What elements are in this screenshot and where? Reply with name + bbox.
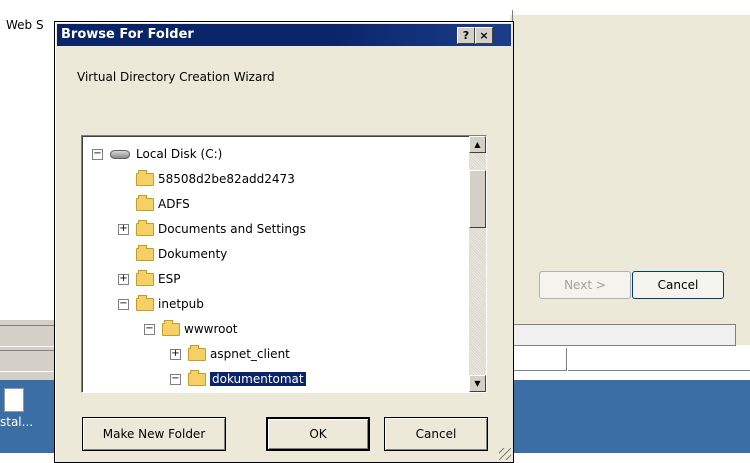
expand-icon[interactable]: + [118,273,129,285]
dialog-title: Browse For Folder [61,27,194,42]
tree-node-label: Dokumenty [158,247,228,261]
help-button[interactable]: ? [457,27,475,44]
disk-icon [110,149,130,159]
folder-icon [136,194,154,211]
folder-icon [136,269,154,286]
desktop-icon-label[interactable]: stal... [0,415,33,429]
expand-icon[interactable]: + [118,223,129,235]
scroll-up-icon[interactable]: ▲ [469,136,486,153]
folder-icon [136,219,154,236]
ok-button[interactable]: OK [266,417,370,451]
background-field-2 [0,350,60,372]
tree-node[interactable]: − Local Disk (C:) [92,144,222,164]
resize-grip-icon[interactable] [499,448,511,460]
browse-for-folder-dialog: Browse For Folder ? × Virtual Directory … [54,21,514,463]
background-top-strip [0,0,750,15]
background-panel-left [0,15,60,345]
installer-icon[interactable] [4,388,24,412]
tree-node[interactable]: ADFS [118,194,190,214]
folder-icon [136,294,154,311]
tree-node[interactable]: 58508d2be82add2473 [118,169,295,189]
tree-node[interactable]: + ESP [118,269,180,289]
tree-node-label: Local Disk (C:) [136,147,223,161]
tree-node-label: Documents and Settings [158,222,306,236]
tree-node-label: dokumentomat [210,372,306,386]
tree-node[interactable]: − inetpub [118,294,204,314]
folder-icon [162,319,180,336]
tree-node-label: inetpub [158,297,204,311]
tree-node-label: 58508d2be82add2473 [158,172,295,186]
scroll-down-icon[interactable]: ▼ [469,375,486,392]
background-field-4 [512,348,567,371]
collapse-icon[interactable]: − [170,373,181,385]
tree-node-label: ESP [158,272,181,286]
cancel-button[interactable]: Cancel [384,417,488,451]
background-field-3 [512,324,736,346]
background-wizard-label: Web S [6,18,44,32]
folder-icon [188,344,206,361]
scroll-thumb[interactable] [469,170,486,228]
folder-tree[interactable]: − Local Disk (C:) 58508d2be82add2473 ADFS + D… [81,135,487,393]
collapse-icon[interactable]: − [118,298,129,310]
tree-node[interactable]: − wwwroot [144,319,238,339]
tree-node[interactable]: − dokumentomat [170,369,306,389]
expand-icon[interactable]: + [170,348,181,360]
tree-node[interactable]: Dokumenty [118,244,227,264]
folder-icon [136,244,154,261]
tree-node-label: ADFS [158,197,190,211]
folder-open-icon [188,369,206,386]
dialog-titlebar[interactable]: Browse For Folder ? × [57,24,511,46]
make-new-folder-button[interactable]: Make New Folder [82,417,226,451]
background-field-5 [568,348,750,371]
dialog-description: Virtual Directory Creation Wizard [77,70,275,84]
tree-node[interactable]: + aspnet_client [170,344,290,364]
tree-vertical-scrollbar[interactable]: ▲ ▼ [469,136,486,392]
collapse-icon[interactable]: − [144,323,155,335]
background-field-1 [0,325,60,347]
folder-icon [136,169,154,186]
background-cancel-button[interactable]: Cancel [632,271,724,299]
background-next-button[interactable]: Next > [539,271,631,299]
collapse-icon[interactable]: − [92,148,103,160]
close-button[interactable]: × [475,27,493,44]
tree-node-label: aspnet_client [210,347,290,361]
tree-node-label: wwwroot [184,322,238,336]
tree-node[interactable]: + Documents and Settings [118,219,306,239]
